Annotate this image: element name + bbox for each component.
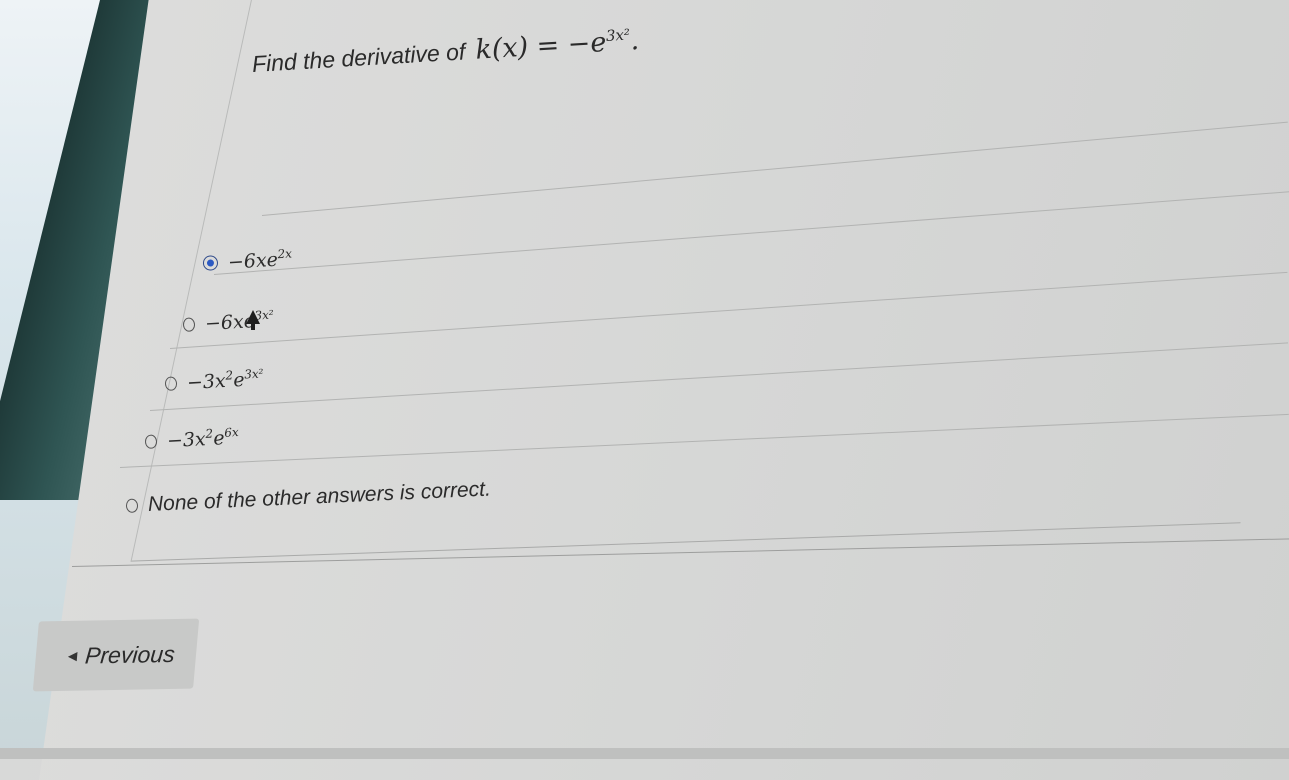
radio-selected-icon[interactable]	[202, 255, 219, 272]
answer-option-4[interactable]: −3x2e6x	[144, 425, 239, 453]
radio-icon[interactable]	[164, 375, 178, 391]
previous-button-label: Previous	[84, 640, 177, 669]
option-1-math: −6xe2x	[227, 246, 293, 274]
option-3-math: −3x2e3x²	[186, 366, 264, 395]
question-exponent: 3x²	[605, 25, 631, 45]
mouse-cursor-icon	[246, 310, 260, 330]
previous-button[interactable]: ◀ Previous	[32, 618, 200, 692]
radio-icon[interactable]	[144, 434, 158, 449]
option-4-math: −3x2e6x	[166, 425, 240, 453]
radio-icon[interactable]	[125, 498, 139, 513]
screen-bottom-edge	[0, 748, 1289, 759]
chevron-left-icon: ◀	[67, 648, 78, 663]
radio-icon[interactable]	[182, 316, 196, 332]
option-2-math: −6xe3x²	[204, 307, 275, 336]
question-card	[130, 0, 1289, 562]
